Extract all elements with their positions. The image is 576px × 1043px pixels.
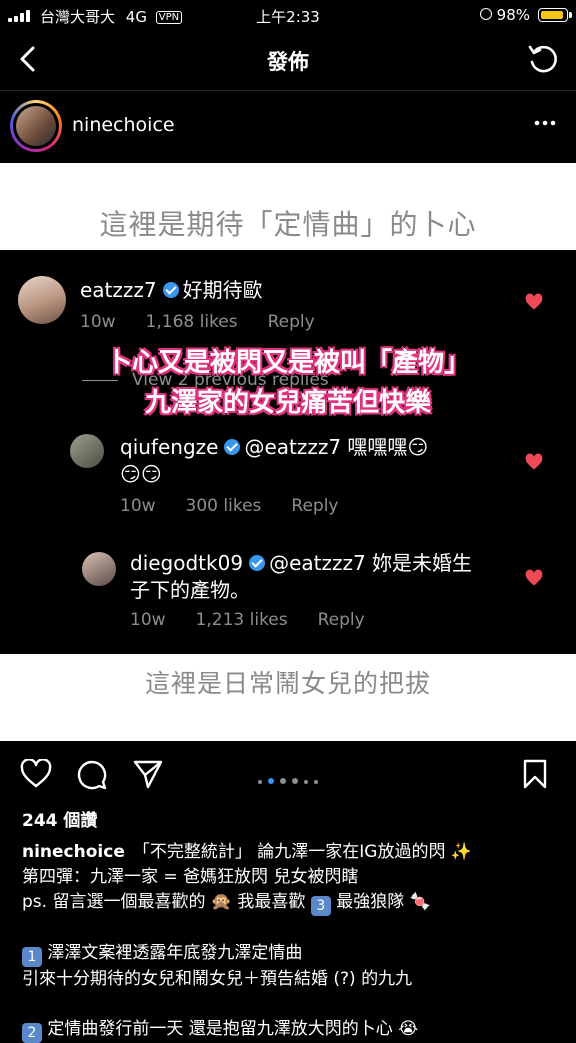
rotation-lock-icon: [480, 8, 492, 20]
battery-icon: [538, 8, 572, 22]
commenter-avatar: [70, 434, 104, 468]
comment-header: eatzzz7 好期待歐: [80, 278, 263, 302]
commenter-avatar: [18, 276, 66, 324]
overlay-line2: 九澤家的女兒痛苦但快樂: [144, 388, 431, 418]
action-bar: [0, 745, 576, 803]
post-image[interactable]: 這裡是期待「定情曲」的卜心 eatzzz7 好期待歐 10w 1,168 likes…: [0, 163, 576, 741]
keycap-icon: 1: [22, 947, 42, 967]
verified-icon: [224, 439, 241, 455]
battery-percent: 98%: [496, 6, 530, 24]
screenshot-comments: eatzzz7 好期待歐 10w 1,168 likes Reply View 2 p…: [0, 250, 576, 654]
page-title: 發佈: [267, 50, 309, 74]
commenter-avatar: [82, 552, 116, 586]
overlay-line1: 卜心又是被閃又是被叫「產物」: [105, 348, 470, 378]
verified-icon: [162, 282, 179, 298]
caption-bottom-text: 這裡是日常鬧女兒的把拔: [144, 669, 431, 698]
comment-body: diegodtk09 @eatzzz7 妳是未婚生 子下的產物。: [130, 551, 473, 602]
verified-icon: [249, 555, 266, 571]
heart-icon: [525, 293, 543, 310]
refresh-icon[interactable]: [526, 42, 560, 76]
comment-body: qiufengze @eatzzz7 嘿嘿嘿😏 😏😏: [120, 435, 429, 486]
comment-meta: 10w 1,213 likes Reply: [130, 610, 365, 630]
keycap-icon: 3: [310, 896, 331, 916]
status-bar: 台灣大哥大 4G VPN 上午2:33 98%: [0, 0, 576, 34]
post-header: ninechoice: [0, 92, 576, 162]
keycap-icon: 2: [22, 1023, 42, 1043]
caption-top-band: 這裡是期待「定情曲」的卜心: [0, 163, 576, 250]
caption-username[interactable]: ninechoice: [22, 842, 125, 862]
caption-bottom-band: 這裡是日常鬧女兒的把拔: [0, 654, 576, 741]
top-nav: 發佈: [0, 34, 576, 91]
divider-line: [82, 380, 118, 381]
comment-meta: 10w 1,168 likes Reply: [80, 312, 315, 332]
like-count[interactable]: 244 個讚: [22, 806, 97, 831]
bookmark-icon[interactable]: [522, 758, 548, 790]
carousel-indicator: [0, 769, 576, 788]
username[interactable]: ninechoice: [72, 114, 175, 136]
heart-icon: [525, 569, 543, 586]
post-caption: ninechoice 「不完整統計」 論九澤一家在IG放過的閃 ✨ 第四彈：九澤一…: [22, 842, 473, 1043]
comment-meta: 10w 300 likes Reply: [120, 496, 339, 516]
heart-icon: [525, 453, 543, 470]
more-options-icon[interactable]: [534, 120, 556, 126]
caption-top-text: 這裡是期待「定情曲」的卜心: [99, 208, 477, 241]
avatar[interactable]: [10, 100, 62, 152]
